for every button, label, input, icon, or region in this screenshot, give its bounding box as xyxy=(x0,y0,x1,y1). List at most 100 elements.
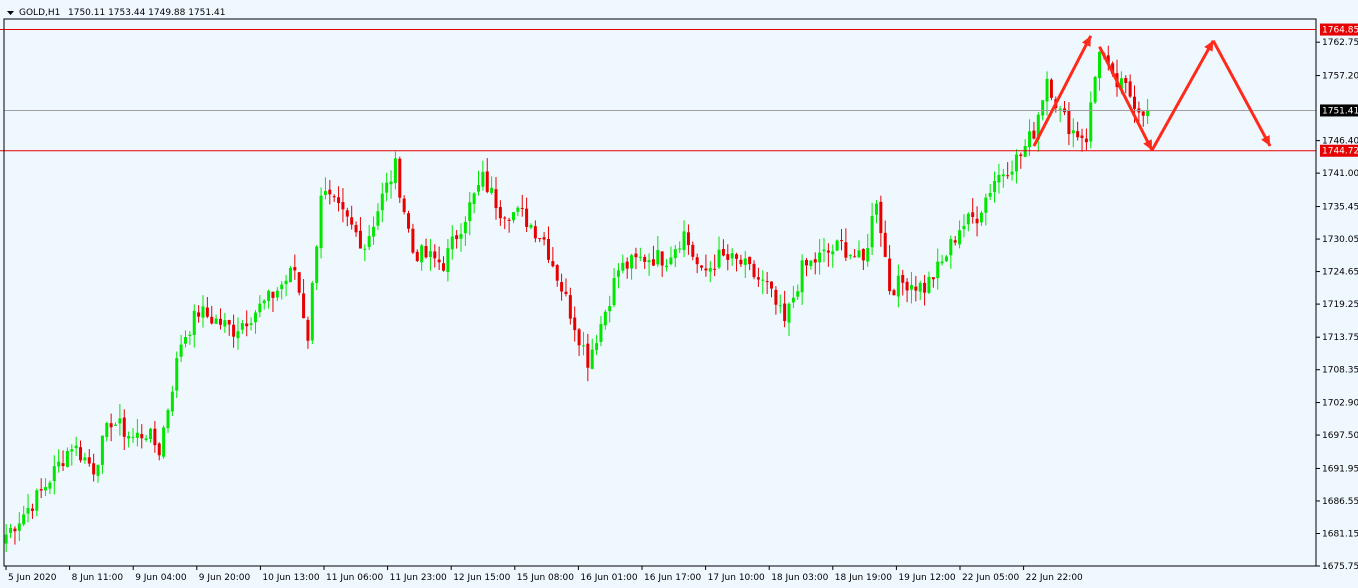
candle-body xyxy=(538,238,542,240)
candle-body xyxy=(896,275,900,297)
candle-body xyxy=(634,253,638,258)
candle-body xyxy=(1124,77,1128,84)
candle-body xyxy=(621,262,625,271)
x-tick-label: 17 Jun 10:00 xyxy=(708,573,765,583)
candle-body xyxy=(205,307,209,317)
candle-body xyxy=(1028,131,1032,148)
y-tick-label: 1708.35 xyxy=(1322,366,1358,376)
chart-container[interactable]: GOLD,H1 1750.11 1753.44 1749.88 1751.41 … xyxy=(0,0,1358,588)
candle-body xyxy=(223,320,227,327)
candle-body xyxy=(1023,146,1027,157)
candle-body xyxy=(96,464,100,476)
candle-body xyxy=(577,329,581,346)
candle-body xyxy=(783,303,787,322)
candle-body xyxy=(140,434,144,439)
x-tick-label: 15 Jun 08:00 xyxy=(517,573,574,583)
candle-body xyxy=(109,423,113,428)
candle-body xyxy=(297,272,301,293)
candle-body xyxy=(778,305,782,307)
y-tick-label: 1724.65 xyxy=(1322,268,1358,278)
candle-body xyxy=(853,256,857,258)
candle-body xyxy=(770,281,774,289)
candle-body xyxy=(170,391,174,412)
candle-body xyxy=(472,193,476,205)
candle-body xyxy=(861,248,865,261)
candle-body xyxy=(280,284,284,290)
candle-body xyxy=(477,185,481,192)
candle-body xyxy=(717,249,721,268)
candle-body xyxy=(463,221,467,234)
x-tick-label: 5 Jun 2020 xyxy=(8,573,57,583)
candle-body xyxy=(603,311,607,326)
x-tick-label: 22 Jun 05:00 xyxy=(962,573,1019,583)
candle-body xyxy=(1076,131,1080,138)
candle-body xyxy=(1141,111,1145,116)
candle-body xyxy=(791,297,795,303)
candle-body xyxy=(70,449,74,452)
candle-body xyxy=(573,317,577,331)
candle-body xyxy=(258,303,262,313)
candle-body xyxy=(494,189,498,209)
candle-body xyxy=(131,437,135,439)
candle-body xyxy=(1041,100,1045,116)
candle-body xyxy=(442,263,446,271)
candle-body xyxy=(293,267,297,271)
candle-body xyxy=(345,210,349,217)
candle-body xyxy=(1128,81,1132,97)
candle-body xyxy=(984,197,988,213)
candle-body xyxy=(936,261,940,279)
y-tick-label: 1719.25 xyxy=(1322,300,1358,310)
candle-body xyxy=(586,343,590,368)
candle-body xyxy=(13,528,17,532)
candle-body xyxy=(713,268,717,270)
candle-body xyxy=(1146,110,1150,117)
candle-body xyxy=(249,323,253,325)
candle-body xyxy=(179,344,183,357)
candle-body xyxy=(551,261,555,267)
x-tick-label: 8 Jun 11:00 xyxy=(72,573,124,583)
candle-body xyxy=(966,213,970,225)
candle-body xyxy=(1080,135,1084,138)
candle-body xyxy=(721,248,725,256)
candle-body xyxy=(918,282,922,292)
candle-body xyxy=(533,226,537,239)
candle-body xyxy=(218,318,222,325)
candle-body xyxy=(796,291,800,297)
candle-body xyxy=(730,253,734,259)
candle-body xyxy=(485,171,489,192)
candle-body xyxy=(1045,78,1049,102)
candle-body xyxy=(39,489,43,491)
candle-body xyxy=(520,207,524,209)
candle-body xyxy=(411,228,415,253)
candle-body xyxy=(560,282,564,292)
candle-body xyxy=(971,212,975,217)
candle-body xyxy=(879,201,883,234)
candle-body xyxy=(643,256,647,262)
candle-body xyxy=(35,490,39,511)
candle-body xyxy=(22,514,26,525)
candle-body xyxy=(407,213,411,229)
candle-body xyxy=(616,270,620,277)
candle-body xyxy=(306,319,310,341)
x-tick-label: 9 Jun 04:00 xyxy=(135,573,187,583)
candle-body xyxy=(214,318,218,324)
candle-body xyxy=(831,251,835,255)
candle-body xyxy=(398,158,402,198)
candle-body xyxy=(1032,130,1036,139)
candle-body xyxy=(813,259,817,263)
price-chart[interactable]: GOLD,H1 1750.11 1753.44 1749.88 1751.41 … xyxy=(0,0,1358,588)
candle-body xyxy=(197,312,201,317)
candle-body xyxy=(83,457,87,461)
symbol-label: GOLD,H1 xyxy=(19,8,60,18)
candle-body xyxy=(9,527,13,533)
candle-body xyxy=(1006,175,1010,177)
candle-body xyxy=(993,181,997,193)
candle-body xyxy=(323,191,327,195)
candle-body xyxy=(437,259,441,263)
candle-body xyxy=(612,278,616,306)
candle-body xyxy=(608,306,612,312)
candle-body xyxy=(888,258,892,292)
candle-body xyxy=(743,258,747,265)
candle-body xyxy=(4,534,8,544)
candle-body xyxy=(839,240,843,242)
